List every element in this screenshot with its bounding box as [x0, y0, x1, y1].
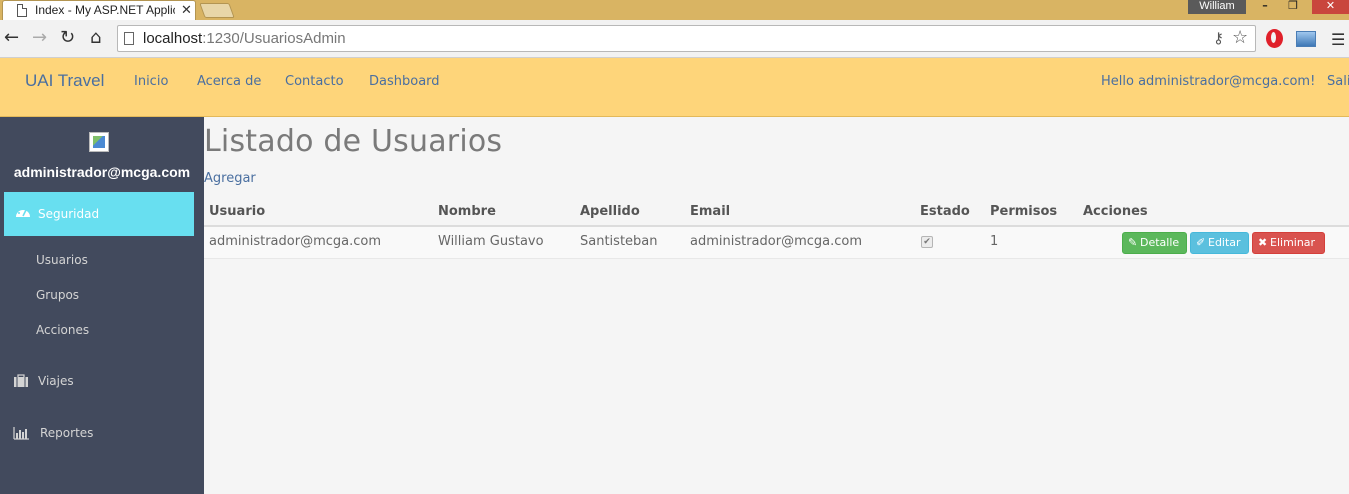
close-window-button[interactable]: ✕	[1312, 0, 1349, 14]
home-icon[interactable]: ⌂	[90, 27, 101, 49]
opera-extension-icon[interactable]	[1266, 29, 1283, 48]
page-title: Listado de Usuarios	[204, 124, 503, 159]
sidebar-item-label: Seguridad	[38, 207, 100, 221]
back-arrow-icon[interactable]: ←	[4, 27, 19, 49]
minimize-button[interactable]: –	[1258, 0, 1272, 14]
url-host: localhost	[143, 30, 203, 47]
chrome-menu-icon[interactable]: ☰	[1331, 30, 1345, 49]
dashboard-gauge-icon	[16, 208, 30, 217]
eliminar-label: Eliminar	[1270, 236, 1316, 249]
table-row: administrador@mcga.com William Gustavo S…	[204, 227, 1349, 259]
url-text[interactable]: localhost:1230/UsuariosAdmin	[143, 30, 346, 47]
url-path: :1230/UsuariosAdmin	[202, 30, 346, 47]
cell-permisos: 1	[990, 234, 999, 249]
sidebar-subitem-usuarios[interactable]: Usuarios	[36, 253, 88, 267]
edit-icon: ✐	[1196, 236, 1206, 249]
app-navbar: UAI Travel Inicio Acerca de Contacto Das…	[0, 58, 1349, 117]
column-header-acciones: Acciones	[1083, 204, 1148, 219]
bar-chart-icon	[13, 427, 29, 440]
eliminar-button[interactable]: ✖ Eliminar	[1252, 232, 1325, 254]
page-icon	[17, 4, 27, 17]
sidebar: administrador@mcga.com Seguridad Usuario…	[0, 117, 204, 494]
column-header-apellido: Apellido	[580, 204, 640, 219]
tab-close-icon[interactable]: ✕	[181, 2, 192, 18]
address-bar[interactable]: localhost:1230/UsuariosAdmin ⚷ ☆	[117, 25, 1256, 52]
column-header-email: Email	[690, 204, 731, 219]
sidebar-item-label: Reportes	[40, 426, 94, 440]
profile-name[interactable]: William	[1188, 0, 1246, 14]
nav-contacto[interactable]: Contacto	[285, 74, 344, 89]
forward-arrow-icon[interactable]: →	[32, 27, 47, 49]
table-header: Usuario Nombre Apellido Email Estado Per…	[204, 198, 1349, 227]
sidebar-item-reportes[interactable]: Reportes	[0, 426, 204, 442]
column-header-permisos: Permisos	[990, 204, 1058, 219]
logout-link[interactable]: Sali	[1327, 74, 1349, 89]
bookmark-star-icon[interactable]: ☆	[1232, 27, 1248, 48]
editar-button[interactable]: ✐ Editar	[1190, 232, 1249, 254]
nav-inicio[interactable]: Inicio	[134, 74, 168, 89]
sidebar-subitem-grupos[interactable]: Grupos	[36, 288, 79, 302]
new-tab-button[interactable]	[199, 3, 235, 18]
cell-email: administrador@mcga.com	[690, 234, 863, 249]
pencil-icon: ✎	[1128, 236, 1138, 249]
browser-toolbar: ← → ↻ ⌂ localhost:1230/UsuariosAdmin ⚷ ☆…	[0, 20, 1349, 58]
sidebar-subitem-acciones[interactable]: Acciones	[36, 323, 89, 337]
cell-nombre: William Gustavo	[438, 234, 544, 249]
reload-icon[interactable]: ↻	[60, 27, 75, 49]
column-header-nombre: Nombre	[438, 204, 496, 219]
cell-usuario: administrador@mcga.com	[209, 234, 382, 249]
sidebar-item-seguridad[interactable]: Seguridad	[4, 192, 194, 236]
browser-tab[interactable]: Index - My ASP.NET Applic ✕	[2, 0, 196, 20]
tab-title: Index - My ASP.NET Applic	[35, 3, 175, 17]
column-header-estado: Estado	[920, 204, 970, 219]
detalle-button[interactable]: ✎ Detalle	[1122, 232, 1187, 254]
sidebar-user-email: administrador@mcga.com	[13, 164, 191, 180]
briefcase-icon	[14, 374, 28, 387]
close-icon: ✖	[1258, 236, 1268, 249]
editar-label: Editar	[1208, 236, 1241, 249]
estado-checkbox[interactable]: ✔	[921, 236, 933, 248]
user-greeting-link[interactable]: Hello administrador@mcga.com!	[1101, 74, 1315, 89]
browser-titlebar: Index - My ASP.NET Applic ✕ William – ❐ …	[0, 0, 1349, 20]
avatar	[89, 132, 109, 152]
cell-apellido: Santisteban	[580, 234, 658, 249]
nav-dashboard[interactable]: Dashboard	[369, 74, 440, 89]
column-header-usuario: Usuario	[209, 204, 266, 219]
key-icon[interactable]: ⚷	[1213, 29, 1224, 47]
page-icon	[124, 32, 134, 45]
image-extension-icon[interactable]	[1296, 31, 1316, 47]
add-user-link[interactable]: Agregar	[204, 171, 256, 186]
sidebar-item-viajes[interactable]: Viajes	[0, 374, 204, 390]
detalle-label: Detalle	[1140, 236, 1180, 249]
maximize-button[interactable]: ❐	[1285, 0, 1301, 14]
nav-acerca-de[interactable]: Acerca de	[197, 74, 261, 89]
sidebar-item-label: Viajes	[38, 374, 74, 388]
brand-link[interactable]: UAI Travel	[25, 71, 104, 91]
